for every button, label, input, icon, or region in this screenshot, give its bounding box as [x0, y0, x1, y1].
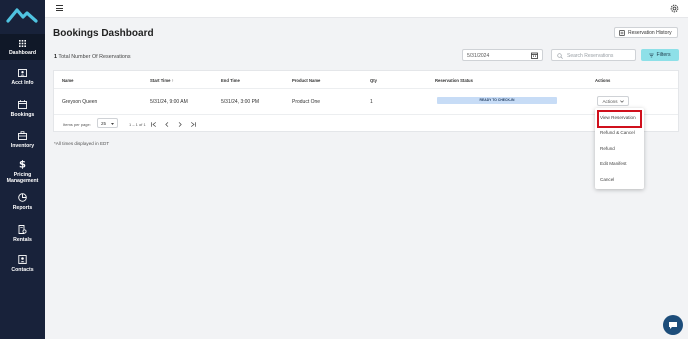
- reservation-history-label: Reservation History: [628, 29, 672, 36]
- sidebar-item-label-2: Management: [6, 178, 39, 184]
- search-icon: [557, 53, 563, 59]
- row-divider: [54, 114, 678, 115]
- page-title: Bookings Dashboard: [53, 28, 154, 39]
- start-time-header-label: Start Time: [150, 78, 171, 83]
- column-header-end-time[interactable]: End Time: [221, 78, 240, 83]
- sidebar: Dashboard Acct Info Bookings Inventory $…: [0, 0, 45, 339]
- sidebar-item-bookings[interactable]: Bookings: [0, 100, 45, 118]
- dollar-icon: $: [19, 160, 26, 170]
- sidebar-item-rentals[interactable]: Rentals: [0, 225, 45, 243]
- hamburger-menu-icon[interactable]: [56, 5, 63, 11]
- timezone-note: *All times displayed in EDT: [54, 141, 110, 146]
- menu-item-cancel[interactable]: Cancel: [600, 177, 614, 182]
- column-header-product-name[interactable]: Product Name: [292, 78, 320, 83]
- total-label: Total Number Of Reservations: [58, 54, 131, 60]
- filter-icon: [649, 53, 655, 57]
- chat-button[interactable]: [663, 315, 683, 335]
- sidebar-item-label: Rentals: [13, 237, 32, 243]
- status-badge: READY TO CHECK-IN: [437, 97, 557, 104]
- column-header-qty[interactable]: Qty: [370, 78, 377, 83]
- sidebar-item-reports[interactable]: Reports: [0, 193, 45, 211]
- search-input[interactable]: Search Reservations: [551, 49, 636, 61]
- sidebar-item-label: Dashboard: [8, 50, 37, 56]
- filters-button[interactable]: Filters: [641, 49, 679, 61]
- grid-icon: [19, 40, 26, 47]
- id-card-icon: [18, 69, 27, 77]
- previous-page-icon[interactable]: [165, 122, 169, 127]
- filters-label: Filters: [656, 52, 671, 58]
- pie-chart-icon: [18, 193, 27, 202]
- pager-range: 1 – 1 of 1: [129, 122, 146, 127]
- column-header-start-time[interactable]: Start Time ↑: [150, 78, 174, 83]
- logo-icon[interactable]: [6, 6, 38, 24]
- chevron-down-icon: [619, 99, 624, 103]
- dropdown-arrow-icon: [111, 123, 114, 125]
- svg-text:$: $: [19, 160, 26, 170]
- items-per-page-select[interactable]: 25: [97, 118, 118, 128]
- calendar-icon: [18, 100, 27, 109]
- sidebar-item-label: Acct Info: [11, 80, 34, 86]
- cell-name: Greyson Queen: [62, 99, 98, 105]
- menu-item-refund-cancel[interactable]: Refund & Cancel: [600, 130, 635, 135]
- sidebar-item-label: Contacts: [11, 267, 34, 273]
- briefcase-icon: [18, 131, 27, 140]
- gear-icon[interactable]: [670, 4, 679, 13]
- chat-icon: [669, 321, 677, 329]
- column-header-actions: Actions: [595, 78, 611, 83]
- sidebar-item-label: Reports: [12, 205, 33, 211]
- cell-product-name: Product One: [292, 99, 321, 105]
- cell-end-time: 5/31/24, 3:00 PM: [221, 99, 260, 105]
- reservations-table: Name Start Time ↑ End Time Product Name …: [53, 70, 679, 132]
- rental-icon: [18, 225, 27, 234]
- contacts-icon: [18, 255, 27, 264]
- sidebar-item-label: Inventory: [10, 143, 35, 149]
- search-placeholder: Search Reservations: [567, 53, 614, 59]
- column-header-name[interactable]: Name: [62, 78, 73, 83]
- menu-item-refund[interactable]: Refund: [600, 146, 615, 151]
- items-per-page-value: 25: [101, 121, 107, 126]
- next-page-icon[interactable]: [178, 122, 182, 127]
- calendar-icon[interactable]: [531, 52, 538, 59]
- sidebar-item-acct-info[interactable]: Acct Info: [0, 69, 45, 86]
- top-bar: [45, 0, 688, 18]
- sidebar-item-inventory[interactable]: Inventory: [0, 131, 45, 149]
- actions-dropdown-menu: View Reservation Refund & Cancel Refund …: [595, 108, 644, 189]
- total-count: 1: [54, 54, 57, 60]
- sidebar-item-label: Bookings: [10, 112, 35, 118]
- last-page-icon[interactable]: [190, 122, 196, 127]
- menu-item-edit-manifest[interactable]: Edit Manifest: [600, 161, 627, 166]
- items-per-page-label: Items per page:: [63, 122, 91, 127]
- date-input[interactable]: 5/31/2024: [462, 49, 543, 61]
- sidebar-item-pricing-management[interactable]: $ Pricing Management: [0, 159, 45, 185]
- actions-button[interactable]: Actions: [597, 96, 629, 106]
- column-header-reservation-status[interactable]: Reservation Status: [435, 78, 473, 83]
- total-reservations: 1 Total Number Of Reservations: [54, 54, 131, 60]
- cell-start-time: 5/31/24, 9:00 AM: [150, 99, 188, 105]
- reservation-history-button[interactable]: Reservation History: [614, 27, 678, 38]
- first-page-icon[interactable]: [151, 122, 157, 127]
- actions-label: Actions: [602, 98, 618, 104]
- cell-qty: 1: [370, 99, 373, 105]
- header-divider: [54, 88, 678, 89]
- sort-arrow-icon: ↑: [171, 78, 174, 83]
- sidebar-item-dashboard[interactable]: Dashboard: [0, 34, 45, 60]
- history-icon: [619, 29, 625, 36]
- sidebar-item-contacts[interactable]: Contacts: [0, 255, 45, 273]
- date-value: 5/31/2024: [467, 53, 490, 59]
- menu-item-view-reservation[interactable]: View Reservation: [600, 115, 636, 120]
